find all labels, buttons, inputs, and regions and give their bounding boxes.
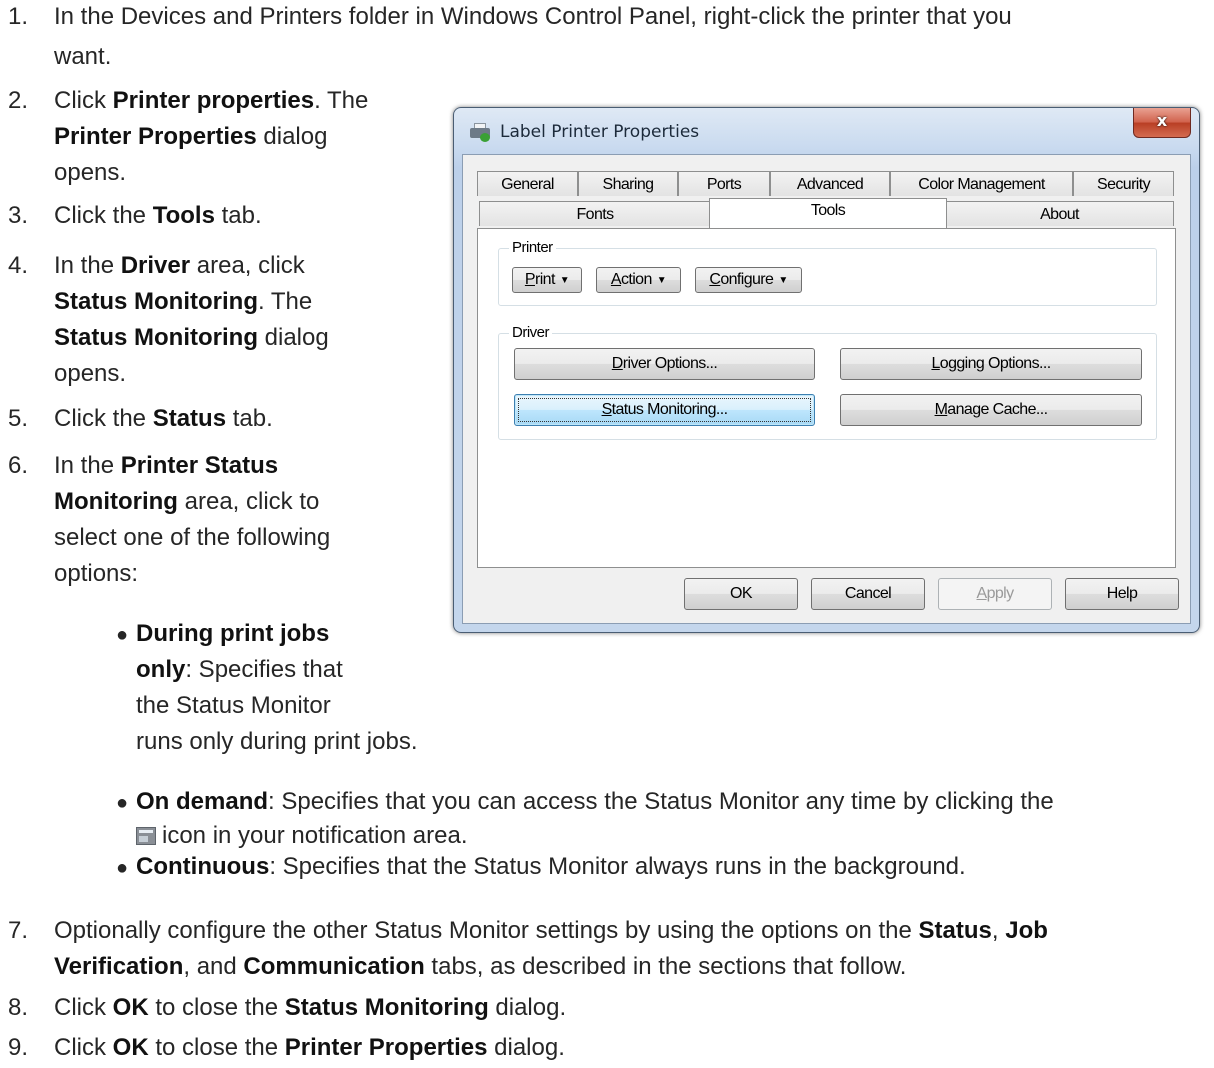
step-number: 7. xyxy=(8,917,29,944)
tab-tools[interactable]: Tools xyxy=(709,198,947,228)
bullet-text: During print jobs xyxy=(136,620,330,647)
print-menu-button[interactable]: Print ▼ xyxy=(512,267,582,293)
step-text: Click the Status tab. xyxy=(54,405,273,432)
tab-general[interactable]: General xyxy=(477,171,578,196)
tab-ports[interactable]: Ports xyxy=(678,171,770,196)
bullet-dot: ● xyxy=(116,792,129,814)
status-monitor-tray-icon xyxy=(136,827,156,845)
step-number: 8. xyxy=(8,994,29,1021)
tools-tab-panel: Printer Print ▼ Action ▼ Configure ▼ Driver… xyxy=(477,228,1176,568)
step-text: Printer Properties dialog xyxy=(54,123,328,150)
step-text: Monitoring area, click to xyxy=(54,488,320,515)
configure-menu-button[interactable]: Configure ▼ xyxy=(695,267,802,293)
printer-group-label: Printer xyxy=(509,239,556,257)
step-number: 4. xyxy=(8,252,29,279)
step-text: want. xyxy=(54,43,112,70)
chevron-down-icon: ▼ xyxy=(656,275,667,286)
step-text: Click OK to close the Status Monitoring … xyxy=(54,994,567,1021)
bullet-text: Continuous: Specifies that the Status Mo… xyxy=(136,853,966,880)
tab-advanced[interactable]: Advanced xyxy=(770,171,890,196)
step-text: Verification, and Communication tabs, as… xyxy=(54,953,907,980)
apply-button[interactable]: Apply xyxy=(938,578,1052,610)
step-text: options: xyxy=(54,560,139,587)
bullet-dot: ● xyxy=(116,624,129,646)
help-button[interactable]: Help xyxy=(1065,578,1179,610)
bullet-text: the Status Monitor xyxy=(136,692,331,719)
chevron-down-icon: ▼ xyxy=(559,275,570,286)
step-text: opens. xyxy=(54,360,127,387)
step-number: 1. xyxy=(8,3,29,30)
step-number: 6. xyxy=(8,452,29,479)
bullet-text: only: Specifies that xyxy=(136,656,343,683)
bullet-text: runs only during print jobs. xyxy=(136,728,418,755)
step-text: Status Monitoring. The xyxy=(54,288,313,315)
tab-about[interactable]: About xyxy=(945,201,1174,226)
ok-button[interactable]: OK xyxy=(684,578,798,610)
step-text: Status Monitoring dialog xyxy=(54,324,329,351)
printer-icon xyxy=(470,123,492,142)
title-bar[interactable]: Label Printer Properties x xyxy=(454,108,1199,154)
close-button[interactable]: x xyxy=(1133,108,1191,138)
printer-properties-dialog: Label Printer Properties x General Shari… xyxy=(453,107,1200,633)
step-number: 2. xyxy=(8,87,29,114)
bullet-text: icon in your notification area. xyxy=(136,821,468,851)
step-number: 5. xyxy=(8,405,29,432)
step-text: Click OK to close the Printer Properties… xyxy=(54,1034,565,1061)
step-number: 3. xyxy=(8,202,29,229)
manage-cache-button[interactable]: Manage Cache... xyxy=(840,394,1142,426)
cancel-button[interactable]: Cancel xyxy=(811,578,925,610)
dialog-client-area: General Sharing Ports Advanced Color Man… xyxy=(462,154,1191,624)
chevron-down-icon: ▼ xyxy=(778,275,788,286)
step-text: Click the Tools tab. xyxy=(54,202,262,229)
step-text: select one of the following xyxy=(54,524,331,551)
step-text: In the Devices and Printers folder in Wi… xyxy=(54,3,1012,30)
driver-options-button[interactable]: Driver Options... xyxy=(514,348,815,380)
step-text: opens. xyxy=(54,159,127,186)
step-number: 9. xyxy=(8,1034,29,1061)
driver-group: Driver Driver Options... Logging Options… xyxy=(498,324,1157,440)
tab-sharing[interactable]: Sharing xyxy=(578,171,678,196)
dialog-title: Label Printer Properties xyxy=(500,122,700,142)
driver-group-label: Driver xyxy=(509,324,552,342)
tab-security[interactable]: Security xyxy=(1073,171,1174,196)
step-text: In the Driver area, click xyxy=(54,252,305,279)
tab-fonts[interactable]: Fonts xyxy=(479,201,711,226)
close-icon: x xyxy=(1156,111,1168,130)
step-text: Click Printer properties. The xyxy=(54,87,369,114)
bullet-dot: ● xyxy=(116,857,129,879)
logging-options-button[interactable]: Logging Options... xyxy=(840,348,1142,380)
step-text: In the Printer Status xyxy=(54,452,279,479)
action-menu-button[interactable]: Action ▼ xyxy=(596,267,681,293)
bullet-text: On demand: Specifies that you can access… xyxy=(136,788,1054,815)
tab-color-management[interactable]: Color Management xyxy=(890,171,1073,196)
printer-group: Printer Print ▼ Action ▼ Configure ▼ xyxy=(498,239,1157,306)
step-text: Optionally configure the other Status Mo… xyxy=(54,917,1048,944)
status-monitoring-button[interactable]: Status Monitoring... xyxy=(514,394,815,426)
